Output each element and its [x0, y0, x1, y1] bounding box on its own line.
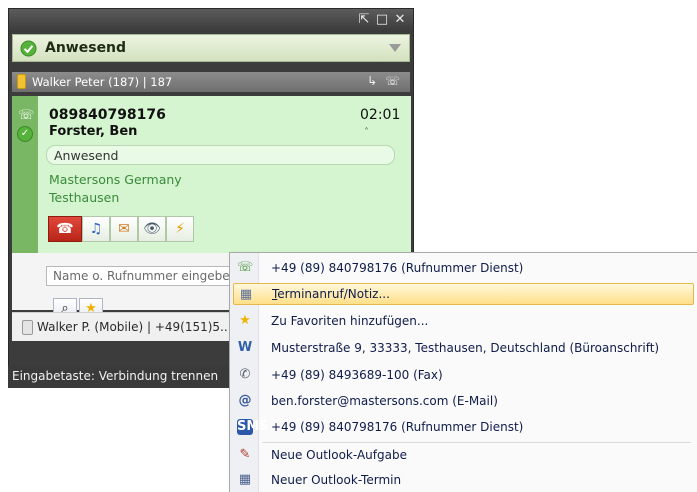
- restore-icon[interactable]: □: [375, 12, 389, 28]
- menu-separator: [262, 442, 691, 443]
- call-action-toolbar: ☎ ♫ ✉ 👁 ⚡: [48, 216, 194, 242]
- mobile-device-icon: [22, 320, 33, 335]
- menu-item-label: Neuer Outlook-Termin: [271, 473, 402, 487]
- presence-status-dropdown[interactable]: Anwesend: [12, 34, 410, 62]
- star-icon: ★: [239, 313, 251, 328]
- phone-icon: ☏: [237, 260, 254, 275]
- collapse-icon[interactable]: ˄: [364, 127, 369, 138]
- forward-icon[interactable]: ↳ ☏: [367, 74, 402, 88]
- menu-item-fax[interactable]: ✆ +49 (89) 8493689-100 (Fax): [233, 364, 694, 386]
- title-bar[interactable]: ⇱ □ ✕: [9, 9, 413, 32]
- handset-icon: ☏: [18, 108, 35, 123]
- menu-item-outlook-appointment[interactable]: ▦ Neuer Outlook-Termin: [233, 469, 694, 491]
- contact-row-label: Walker P. (Mobile) | +49(151)5...: [37, 320, 232, 334]
- hangup-button[interactable]: ☎: [48, 216, 82, 242]
- caller-presence: Anwesend: [46, 145, 395, 165]
- music-hold-button[interactable]: ♫: [82, 216, 110, 242]
- caller-number: 089840798176: [49, 107, 166, 123]
- appointment-icon: ▦: [238, 472, 252, 487]
- line-header: Walker Peter (187) | 187 ↳ ☏: [12, 72, 410, 92]
- menu-item-add-favorite[interactable]: ★ Zu Favoriten hinzufügen...: [233, 310, 694, 332]
- menu-item-label: Zu Favoriten hinzufügen...: [271, 314, 429, 328]
- caller-company: Mastersons Germany: [49, 172, 182, 187]
- menu-item-call-office[interactable]: ☏ +49 (89) 840798176 (Rufnummer Dienst): [233, 257, 694, 279]
- flash-button[interactable]: ⚡: [166, 216, 194, 242]
- line-label: Walker Peter (187) | 187: [32, 75, 173, 89]
- transfer-button[interactable]: ✉: [110, 216, 138, 242]
- menu-item-label: Musterstraße 9, 33333, Testhausen, Deuts…: [271, 341, 660, 355]
- phone-line-icon: [17, 74, 26, 89]
- caller-name: Forster, Ben: [49, 124, 138, 139]
- menu-item-email[interactable]: @ ben.forster@mastersons.com (E-Mail): [233, 390, 694, 412]
- status-check-icon: [20, 40, 37, 57]
- caller-city: Testhausen: [49, 190, 120, 205]
- menu-item-sms[interactable]: SMS +49 (89) 840798176 (Rufnummer Dienst…: [233, 416, 694, 438]
- sms-icon: SMS: [237, 419, 269, 435]
- context-menu: ☏ +49 (89) 840798176 (Rufnummer Dienst) …: [229, 252, 697, 492]
- fax-icon: ✆: [239, 367, 251, 382]
- email-icon: @: [238, 393, 252, 408]
- menu-item-label: +49 (89) 840798176 (Rufnummer Dienst): [271, 420, 524, 434]
- task-icon: ✎: [239, 447, 251, 462]
- menu-item-appointment-call[interactable]: ▦ Terminanruf/Notiz...: [233, 283, 694, 305]
- menu-item-label: ben.forster@mastersons.com (E-Mail): [271, 394, 498, 408]
- menu-item-address[interactable]: W Musterstraße 9, 33333, Testhausen, Deu…: [233, 337, 694, 359]
- caller-status-check-icon: ✓: [17, 126, 33, 142]
- status-label: Anwesend: [45, 40, 127, 56]
- menu-item-label: +49 (89) 8493689-100 (Fax): [271, 368, 443, 382]
- menu-item-outlook-task[interactable]: ✎ Neue Outlook-Aufgabe: [233, 444, 694, 466]
- call-duration: 02:01: [360, 107, 401, 123]
- menu-item-label: Terminanruf/Notiz...: [272, 287, 390, 301]
- monitor-button[interactable]: 👁: [138, 216, 166, 242]
- menu-item-label: +49 (89) 840798176 (Rufnummer Dienst): [271, 261, 524, 275]
- chevron-down-icon[interactable]: [389, 44, 401, 52]
- calendar-icon: ▦: [239, 287, 253, 302]
- address-icon: W: [237, 340, 253, 355]
- caller-presence-label: Anwesend: [54, 148, 119, 163]
- close-icon[interactable]: ✕: [393, 12, 407, 28]
- menu-item-label: Neue Outlook-Aufgabe: [271, 448, 407, 462]
- pin-icon[interactable]: ⇱: [357, 12, 371, 28]
